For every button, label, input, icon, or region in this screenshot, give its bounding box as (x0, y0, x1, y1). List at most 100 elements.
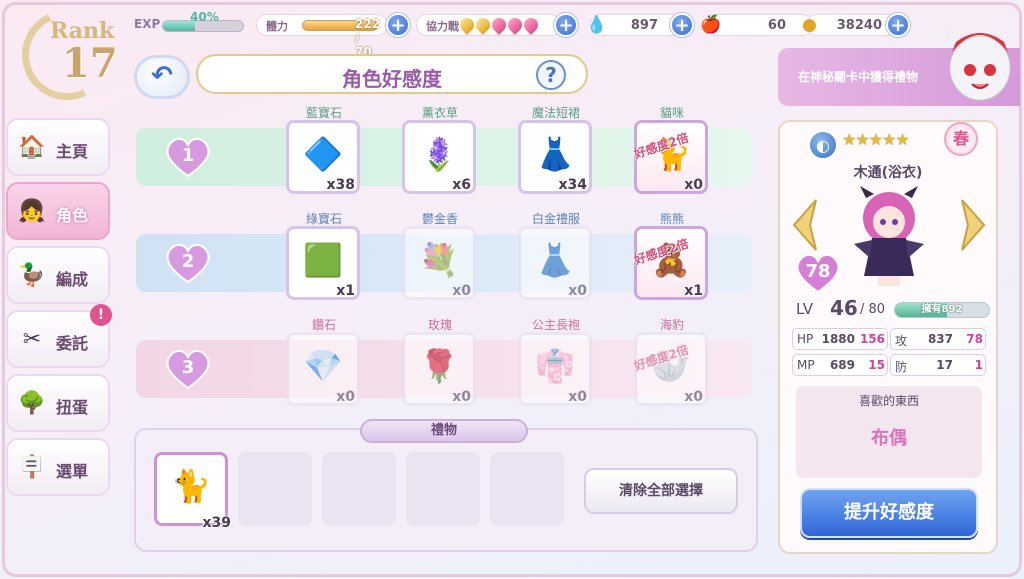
item-quantity: x1 (336, 283, 355, 299)
character-portrait (854, 186, 924, 286)
item-quantity: x34 (558, 177, 587, 193)
stat-attack: 攻 837 78 (890, 328, 986, 350)
item-quantity: x0 (568, 283, 587, 299)
rank-value: 17 (62, 40, 118, 87)
stamina-value: 222 / 70 (355, 17, 381, 59)
stat-label: HP (797, 332, 814, 346)
item-princess-robe[interactable]: 公主長袍 👘 x0 (518, 316, 594, 416)
item-name: 玫瑰 (427, 318, 452, 332)
item-white-dress[interactable]: 白金禮服 👗 x0 (518, 210, 594, 310)
crystal-value: 897 (630, 18, 658, 33)
exp-percent: 40% (190, 10, 219, 24)
rose-icon: 🌹 (419, 347, 459, 385)
next-character-arrow-icon[interactable] (958, 198, 988, 252)
favorite-things-title: 喜歡的東西 (858, 394, 919, 408)
blue-gem-icon: 🔷 (303, 135, 343, 173)
rank-badge: Rank 17 (9, 0, 125, 113)
coop-gem-icon (489, 15, 509, 35)
item-green-gem[interactable]: 綠寶石 🟩 x1 (286, 210, 362, 310)
princess-robe-icon: 👘 (535, 347, 575, 385)
stat-bonus: 78 (966, 332, 983, 346)
menu-item-label: 主頁 (56, 142, 89, 161)
item-blue-gem[interactable]: 藍寶石 🔷 x38 (286, 104, 362, 204)
item-name: 綠寶石 (305, 212, 342, 226)
item-tulip[interactable]: 鬱金香 💐 x0 (402, 210, 478, 310)
character-name: 木通(浴衣) (853, 165, 923, 181)
gift-slot-empty[interactable] (406, 452, 480, 526)
stamina-pill: 體力 222 / 70 (256, 14, 388, 59)
gift-slot-empty[interactable] (238, 452, 312, 526)
level-max: / 80 (860, 302, 886, 317)
add-coop-button[interactable]: + (554, 13, 578, 37)
item-quantity: x6 (452, 177, 471, 193)
duck-icon: 🦆 (18, 263, 46, 288)
item-teddy-bear[interactable]: 熊熊 🧸 好感度2倍 x1 (632, 210, 710, 310)
coop-gems (457, 15, 541, 35)
menu-item-gacha[interactable]: 🌳 扭蛋 (6, 374, 110, 432)
affinity-value: 78 (805, 261, 831, 282)
item-lavender[interactable]: 薰衣草 🪻 x6 (402, 104, 478, 204)
signboard-icon: 🪧 (18, 455, 46, 480)
house-icon: 🏠 (18, 135, 46, 160)
menu-item-commission[interactable]: ✂ 委託 ! (6, 304, 112, 368)
guide-chibi-avatar (949, 33, 1011, 101)
season-badge: 春 (944, 122, 978, 156)
menu-item-label: 委託 (56, 334, 89, 353)
tree-icon: 🌳 (18, 391, 46, 416)
apple-icon: 🍎 (700, 15, 722, 35)
clear-all-selection-button[interactable]: 清除全部選擇 (584, 468, 738, 514)
side-menu: 🏠 主頁 👧 角色 🦆 編成 ✂ 委託 ! 🌳 扭蛋 🪧 選單 (6, 118, 112, 502)
item-quantity: x0 (452, 283, 471, 299)
stat-value: 837 (927, 332, 953, 346)
alert-badge: ! (90, 304, 112, 326)
menu-item-character[interactable]: 👧 角色 (6, 182, 110, 240)
menu-item-label: 角色 (56, 206, 89, 225)
help-button[interactable]: ? (536, 60, 566, 90)
exp-meter: EXP 40% (128, 10, 248, 36)
apple-value: 60 (767, 18, 786, 33)
add-stamina-button[interactable]: + (386, 13, 410, 37)
green-gem-icon: 🟩 (303, 241, 343, 279)
item-magic-skirt[interactable]: 魔法短裙 👗 x34 (518, 104, 594, 204)
title-bar: 角色好感度 ? (196, 54, 588, 94)
item-cat[interactable]: 貓咪 🐈 好感度2倍 x0 (632, 104, 710, 204)
item-rose[interactable]: 玫瑰 🌹 x0 (402, 316, 478, 416)
menu-item-label: 扭蛋 (56, 398, 89, 417)
item-quantity: x0 (452, 389, 471, 405)
rarity-stars: ★★★★★ (842, 130, 910, 149)
item-name: 熊熊 (659, 212, 684, 226)
previous-character-arrow-icon[interactable] (790, 198, 820, 252)
character-icon: 👧 (18, 199, 46, 224)
heart-icon: 3 (164, 348, 212, 390)
menu-item-formation[interactable]: 🦆 編成 (6, 246, 110, 304)
stat-value: 689 (829, 358, 855, 372)
level-value: 46 (830, 296, 858, 320)
magic-skirt-icon: 👗 (535, 135, 575, 173)
stat-label: MP (797, 358, 815, 372)
item-name: 鑽石 (311, 318, 336, 332)
item-diamond[interactable]: 鑽石 💎 x0 (286, 316, 362, 416)
item-name: 藍寶石 (305, 106, 342, 120)
gift-slot-selected[interactable]: 🐈 x39 (154, 452, 231, 531)
stat-defense: 防 17 1 (890, 354, 986, 376)
stat-bonus: 15 (868, 358, 885, 372)
add-coin-button[interactable]: + (886, 13, 910, 37)
apple-pill: 🍎 60 (700, 14, 814, 36)
menu-item-options[interactable]: 🪧 選單 (6, 438, 110, 496)
item-seal-plush[interactable]: 海豹 🦭 好感度2倍 x0 (632, 316, 710, 416)
row-number: 1 (181, 145, 195, 166)
gift-slot-empty[interactable] (322, 452, 396, 526)
coop-pill: 協力戰 (416, 14, 562, 36)
raise-affinity-button[interactable]: 提升好感度 (800, 488, 978, 538)
item-name: 貓咪 (659, 106, 684, 120)
add-crystal-button[interactable]: + (670, 13, 694, 37)
gift-slot-empty[interactable] (490, 452, 564, 526)
gift-slot-quantity: x39 (202, 515, 231, 531)
coop-gem-icon (505, 15, 525, 35)
stamina-bar: 222 / 70 (302, 17, 380, 59)
item-quantity: x0 (568, 389, 587, 405)
menu-item-home[interactable]: 🏠 主頁 (6, 118, 110, 176)
back-button[interactable]: ↶ (134, 55, 190, 99)
item-name: 魔法短裙 (531, 106, 580, 120)
banner-text: 在神秘關卡中獲得禮物 (798, 70, 919, 84)
